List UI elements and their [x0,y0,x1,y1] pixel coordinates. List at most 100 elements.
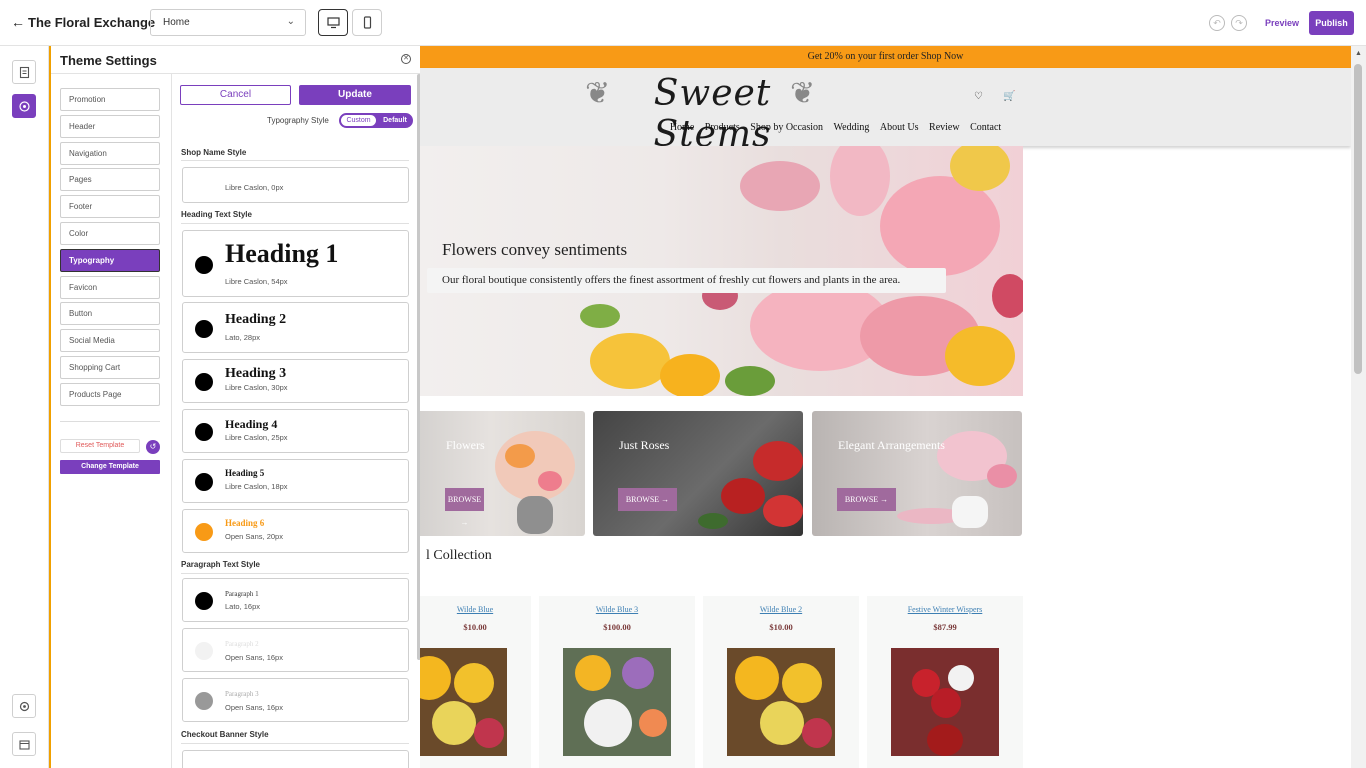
scroll-up-icon[interactable]: ▲ [1355,50,1362,57]
reset-template-button[interactable]: Reset Template [60,439,140,453]
heading-2-style-card[interactable]: Heading 2 Lato, 28px [182,302,409,353]
heading-4-style-card[interactable]: Heading 4 Libre Caslon, 25px [182,409,409,453]
undo-icon[interactable]: ↶ [1209,15,1225,31]
menu-item-social-media[interactable]: Social Media [60,329,160,352]
section-label-heading: Heading Text Style [181,210,252,219]
menu-item-header[interactable]: Header [60,115,160,138]
back-arrow-icon[interactable]: ← [11,14,25,30]
style-meta: Libre Caslon, 25px [225,433,288,442]
update-button[interactable]: Update [299,85,411,105]
heart-icon[interactable]: ♡ [974,91,983,102]
category-title: Flowers [446,438,485,452]
page-select[interactable]: Home ⌄ [150,9,306,36]
product-name[interactable]: Wilde Blue 3 [539,605,695,614]
style-meta: Open Sans, 20px [225,532,283,541]
pages-rail-button[interactable] [12,60,36,84]
close-icon[interactable]: ✕ [401,54,411,64]
flowers-vase-image [495,431,575,534]
product-price: $87.99 [933,622,957,632]
browse-button[interactable]: BROWSE → [618,488,677,511]
nav-item-wedding[interactable]: Wedding [834,122,870,133]
checkout-banner-style-card[interactable] [182,750,409,768]
menu-item-color[interactable]: Color [60,222,160,245]
section-label-checkout: Checkout Banner Style [181,730,269,739]
arrangement-image [897,431,1017,528]
menu-item-shopping-cart[interactable]: Shopping Cart [60,356,160,379]
paragraph-3-style-card[interactable]: Paragraph 3 Open Sans, 16px [182,678,409,722]
page-icon [19,66,30,79]
product-card[interactable]: Wilde Blue 3 $100.00 [539,596,695,768]
product-name[interactable]: Wilde Blue [420,605,553,614]
menu-item-pages[interactable]: Pages [60,168,160,191]
product-card[interactable]: Festive Winter Wispers $87.99 [867,596,1023,768]
site-header: ❦ Sweet Stems ❦ Home Products Shop by Oc… [420,68,1351,155]
theme-rail-button[interactable] [12,94,36,118]
menu-item-promotion[interactable]: Promotion [60,88,160,111]
nav-item-shop-by-occasion[interactable]: Shop by Occasion [750,122,823,133]
category-card-just-roses[interactable]: Just Roses BROWSE → [593,411,803,536]
publish-button[interactable]: Publish [1309,11,1354,35]
menu-item-footer[interactable]: Footer [60,195,160,218]
heading-5-style-card[interactable]: Heading 5 Libre Caslon, 18px [182,459,409,503]
product-image[interactable] [420,648,507,756]
page-select-value: Home [163,17,190,28]
color-swatch [195,523,213,541]
paragraph-2-style-card[interactable]: Paragraph 2 Open Sans, 16px [182,628,409,672]
product-name[interactable]: Festive Winter Wispers [867,605,1023,614]
site-scrollbar[interactable]: ▲ [1351,46,1366,768]
product-image[interactable] [563,648,671,756]
menu-item-favicon[interactable]: Favicon [60,276,160,299]
menu-item-typography[interactable]: Typography [60,249,160,272]
reset-icon[interactable]: ↺ [146,440,160,454]
toggle-custom-option[interactable]: Custom [341,115,376,126]
promo-bar[interactable]: Get 20% on your first order Shop Now [420,46,1351,68]
cart-icon[interactable]: 🛒 [1003,91,1015,102]
category-card-flowers[interactable]: Flowers BROWSE → [420,411,585,536]
sunflower-bouquet-image [420,648,507,756]
cancel-button[interactable]: Cancel [180,85,291,105]
category-card-elegant-arrangements[interactable]: Elegant Arrangements BROWSE → [812,411,1022,536]
heading-1-style-card[interactable]: Heading 1 Libre Caslon, 54px [182,230,409,297]
heading-6-style-card[interactable]: Heading 6 Open Sans, 20px [182,509,409,553]
product-image[interactable] [727,648,835,756]
menu-item-button[interactable]: Button [60,302,160,325]
redo-icon[interactable]: ↷ [1231,15,1247,31]
product-card[interactable]: Wilde Blue $10.00 [420,596,531,768]
style-meta: Libre Caslon, 54px [225,277,288,286]
product-price: $10.00 [463,622,487,632]
typography-style-label: Typography Style [267,116,329,125]
nav-item-about-us[interactable]: About Us [880,122,919,133]
heading-label: Heading 5 [225,468,265,478]
menu-item-navigation[interactable]: Navigation [60,142,160,165]
toggle-default-option[interactable]: Default [379,115,411,126]
leaf-right-icon: ❦ [790,77,816,110]
color-swatch [195,423,213,441]
settings-rail-button[interactable] [12,694,36,718]
heading-3-style-card[interactable]: Heading 3 Libre Caslon, 30px [182,359,409,403]
product-card[interactable]: Wilde Blue 2 $10.00 [703,596,859,768]
heading-label: Heading 6 [225,518,265,528]
preview-button[interactable]: Preview [1265,18,1299,28]
style-meta: Lato, 28px [225,333,261,342]
product-image[interactable] [891,648,999,756]
mobile-view-button[interactable] [352,9,382,36]
change-template-button[interactable]: Change Template [60,460,160,474]
hero-subtitle: Our floral boutique consistently offers … [427,268,946,293]
shop-name-style-card[interactable]: Libre Caslon, 0px [182,167,409,203]
roses-image [698,441,803,529]
product-name[interactable]: Wilde Blue 2 [703,605,859,614]
nav-item-products[interactable]: Products [705,122,740,133]
typography-style-toggle[interactable]: Custom Default [339,113,413,128]
menu-item-products-page[interactable]: Products Page [60,383,160,406]
browse-button[interactable]: BROWSE → [837,488,896,511]
style-meta: Libre Caslon, 18px [225,482,288,491]
paragraph-1-style-card[interactable]: Paragraph 1 Lato, 16px [182,578,409,622]
nav-item-review[interactable]: Review [929,122,960,133]
nav-item-contact[interactable]: Contact [970,122,1001,133]
scrollbar-thumb[interactable] [1354,64,1362,374]
nav-item-home[interactable]: Home [670,122,694,133]
divider [181,223,409,224]
store-rail-button[interactable] [12,732,36,756]
browse-button[interactable]: BROWSE → [445,488,484,527]
desktop-view-button[interactable] [318,9,348,36]
